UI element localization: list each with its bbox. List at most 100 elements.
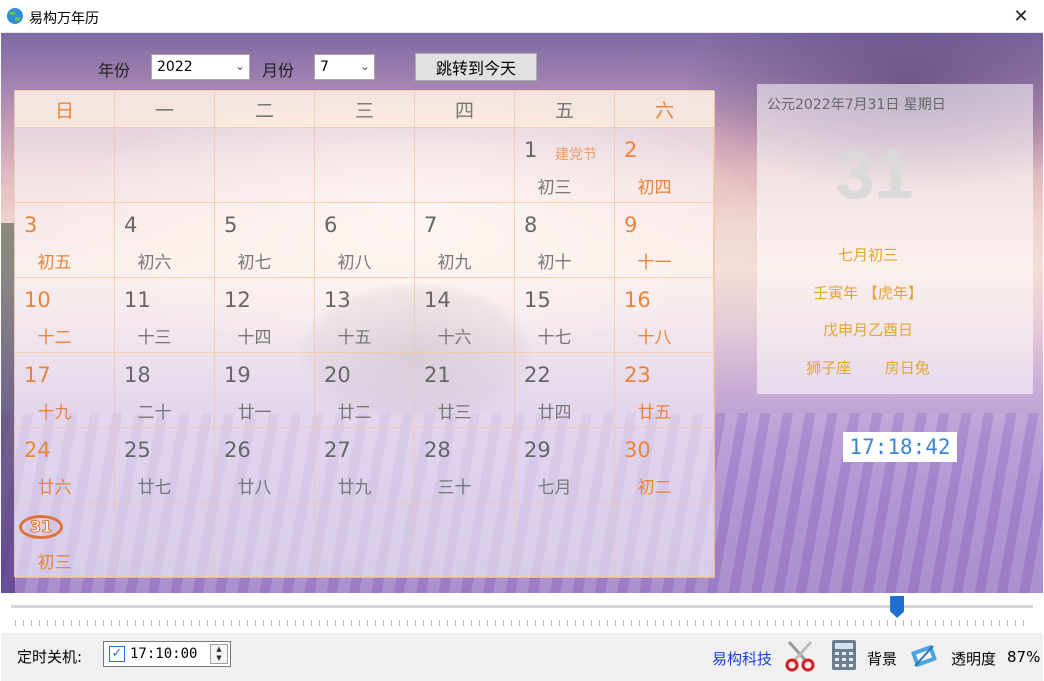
lunar-day: 廿二	[337, 403, 372, 423]
chevron-down-icon: ⌄	[359, 59, 370, 73]
slider-thumb[interactable]	[890, 596, 905, 618]
calendar-day[interactable]: 28 三十	[415, 428, 515, 503]
festival-label: 建党节	[555, 147, 597, 163]
day-number: 26	[224, 438, 251, 462]
calendar-day	[415, 128, 515, 203]
paint-brush-icon[interactable]	[907, 638, 941, 672]
day-number: 12	[224, 288, 251, 312]
calendar-day-today[interactable]: 31 初三	[15, 503, 115, 578]
shutdown-checkbox[interactable]: ✓	[109, 646, 125, 662]
year-label: 年份	[98, 61, 131, 80]
opacity-slider[interactable]	[1, 593, 1043, 633]
constellation-text: 狮子座	[806, 359, 852, 377]
background-button[interactable]: 背景	[867, 648, 897, 669]
calendar-day[interactable]: 10 十二	[15, 278, 115, 353]
lunar-day: 三十	[437, 478, 472, 498]
calendar-day[interactable]: 2 初四	[615, 128, 715, 203]
calendar-day[interactable]: 16 十八	[615, 278, 715, 353]
weekday-header-cell: 日	[15, 91, 115, 128]
calendar-day[interactable]: 13 十五	[315, 278, 415, 353]
lunar-day: 十五	[337, 328, 372, 348]
close-button[interactable]: ✕	[998, 0, 1044, 33]
calendar-day[interactable]: 30 初二	[615, 428, 715, 503]
ganzhi-day-text: 戊申月乙酉日	[822, 321, 913, 339]
lunar-day: 初八	[337, 253, 372, 273]
day-number: 20	[324, 363, 351, 387]
calendar-day[interactable]: 18 二十	[115, 353, 215, 428]
lunar-day: 初四	[637, 178, 672, 198]
lunar-day: 十九	[37, 403, 72, 423]
close-icon: ✕	[1013, 6, 1029, 27]
window-title: 易构万年历	[29, 11, 99, 27]
day-number: 27	[324, 438, 351, 462]
calendar-day[interactable]: 21 廿三	[415, 353, 515, 428]
calendar-grid: 日一二三四五六 1 初三 建党节 2 初四 3 初五 4 初六 5 初七 6 初八 7 初九 8 初十 9 十一 10…	[14, 90, 715, 578]
shutdown-label: 定时关机:	[17, 648, 83, 666]
day-number: 31	[19, 515, 63, 539]
calendar-day[interactable]: 1 初三 建党节	[515, 128, 615, 203]
bottom-toolbar: 定时关机: ✓ 17:10:00 ▲ ▼ 易构科技 背景 透明度 87%	[1, 633, 1043, 681]
month-value: 7	[320, 59, 329, 75]
slider-track[interactable]	[11, 605, 1033, 608]
calculator-icon[interactable]	[827, 638, 861, 672]
shutdown-time-value[interactable]: 17:10:00	[130, 646, 197, 662]
brand-link[interactable]: 易构科技	[712, 648, 772, 669]
calendar-day[interactable]: 3 初五	[15, 203, 115, 278]
calendar-day[interactable]: 29 七月	[515, 428, 615, 503]
calendar-day[interactable]: 4 初六	[115, 203, 215, 278]
calendar-day[interactable]: 22 廿四	[515, 353, 615, 428]
calendar-day[interactable]: 25 廿七	[115, 428, 215, 503]
calendar-day	[415, 503, 515, 578]
calendar-day[interactable]: 26 廿八	[215, 428, 315, 503]
calendar-day[interactable]: 5 初七	[215, 203, 315, 278]
calendar-day[interactable]: 14 十六	[415, 278, 515, 353]
day-number: 24	[24, 438, 51, 462]
slider-ticks	[15, 620, 1031, 626]
day-number: 8	[524, 213, 538, 237]
lunar-day: 初十	[537, 253, 572, 273]
day-number: 7	[424, 213, 438, 237]
lunar-day: 初六	[137, 253, 172, 273]
day-number: 10	[24, 288, 51, 312]
calendar-day[interactable]: 20 廿二	[315, 353, 415, 428]
calendar-day	[115, 503, 215, 578]
calendar-day	[115, 128, 215, 203]
lunar-day: 十七	[537, 328, 572, 348]
lunar-day: 初三	[37, 553, 72, 573]
month-select[interactable]: 7 ⌄	[314, 54, 375, 80]
calendar-day[interactable]: 24 廿六	[15, 428, 115, 503]
lunar-day: 廿一	[237, 403, 272, 423]
calendar-day	[215, 128, 315, 203]
year-select[interactable]: 2022 ⌄	[151, 54, 250, 80]
chevron-down-icon[interactable]: ▼	[211, 654, 227, 663]
weekday-header-cell: 三	[315, 91, 415, 128]
shutdown-time-picker[interactable]: ✓ 17:10:00 ▲ ▼	[103, 641, 231, 667]
calendar-day[interactable]: 8 初十	[515, 203, 615, 278]
calendar-day[interactable]: 23 廿五	[615, 353, 715, 428]
calendar-day[interactable]: 19 廿一	[215, 353, 315, 428]
jump-to-today-button[interactable]: 跳转到今天	[415, 53, 537, 81]
calendar-day[interactable]: 27 廿九	[315, 428, 415, 503]
calendar-day[interactable]: 17 十九	[15, 353, 115, 428]
day-number: 1	[524, 138, 538, 162]
day-number: 17	[24, 363, 51, 387]
chevron-up-icon[interactable]: ▲	[211, 645, 227, 654]
day-number: 18	[124, 363, 151, 387]
calendar-day[interactable]: 6 初八	[315, 203, 415, 278]
time-stepper[interactable]: ▲ ▼	[210, 644, 228, 664]
scissors-icon[interactable]	[783, 638, 817, 672]
calendar-day[interactable]: 11 十三	[115, 278, 215, 353]
day-number: 6	[324, 213, 338, 237]
lunar-day: 廿八	[237, 478, 272, 498]
calendar-day[interactable]: 7 初九	[415, 203, 515, 278]
title-bar: 易构万年历 ✕	[0, 0, 1044, 33]
calendar-day[interactable]: 12 十四	[215, 278, 315, 353]
full-date-text: 公元2022年7月31日 星期日	[767, 97, 946, 113]
lunar-day: 廿四	[537, 403, 572, 423]
year-value: 2022	[157, 59, 193, 75]
day-number: 9	[624, 213, 638, 237]
month-label: 月份	[262, 61, 295, 80]
calendar-day[interactable]: 9 十一	[615, 203, 715, 278]
calendar-day[interactable]: 15 十七	[515, 278, 615, 353]
date-info-panel: 公元2022年7月31日 星期日 31 七月初三 壬寅年 【虎年】 戊申月乙酉日…	[757, 84, 1033, 394]
